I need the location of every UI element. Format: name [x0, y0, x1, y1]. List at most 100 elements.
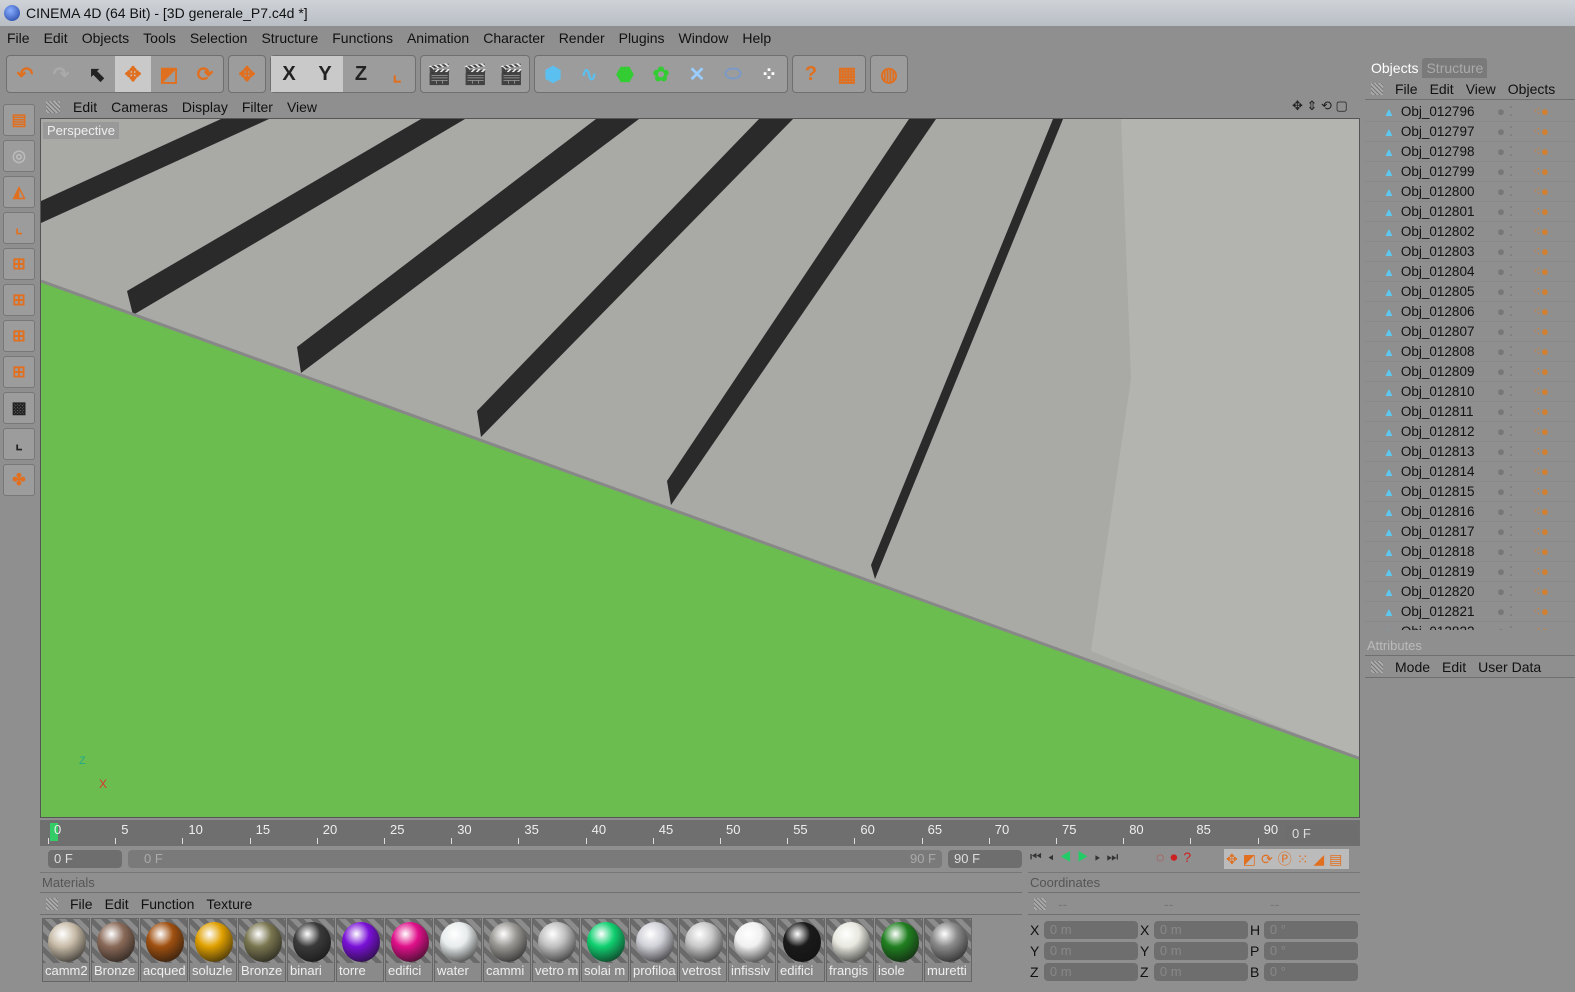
tab-structure[interactable]: Structure	[1422, 58, 1488, 78]
object-row[interactable]: ▲ Obj_012803 ● ⁚ ⁖●	[1365, 242, 1575, 262]
object-row[interactable]: ▲ Obj_012796 ● ⁚ ⁖●	[1365, 102, 1575, 122]
object-row[interactable]: ▲ Obj_012809 ● ⁚ ⁖●	[1365, 362, 1575, 382]
grip-handle[interactable]	[1371, 82, 1383, 95]
viewport-nav-icons[interactable]: ✥ ⇕ ⟲ ▢	[1292, 98, 1348, 114]
move-icon[interactable]: ✥	[115, 56, 151, 92]
visibility-toggle-icon[interactable]: ● ⁚	[1497, 104, 1533, 120]
object-row[interactable]: ▲ Obj_012818 ● ⁚ ⁖●	[1365, 542, 1575, 562]
material-swatch[interactable]: solai m	[581, 918, 629, 982]
material-swatch[interactable]: Bronze	[91, 918, 139, 982]
visibility-toggle-icon[interactable]: ● ⁚	[1497, 164, 1533, 180]
materials-menu-texture[interactable]: Texture	[200, 896, 258, 912]
render-view-icon[interactable]: 🎬	[421, 56, 457, 92]
object-row[interactable]: ▲ Obj_012800 ● ⁚ ⁖●	[1365, 182, 1575, 202]
visibility-toggle-icon[interactable]: ● ⁚	[1497, 404, 1533, 420]
menu-tools[interactable]: Tools	[136, 30, 183, 46]
object-row[interactable]: ▲ Obj_012820 ● ⁚ ⁖●	[1365, 582, 1575, 602]
object-row[interactable]: ▲ Obj_012808 ● ⁚ ⁖●	[1365, 342, 1575, 362]
points-mode-icon[interactable]: ⊞	[3, 248, 35, 280]
coordinate-system-icon[interactable]: ⌞	[379, 56, 415, 92]
visibility-toggle-icon[interactable]: ● ⁚	[1497, 504, 1533, 520]
visibility-toggle-icon[interactable]: ● ⁚	[1497, 244, 1533, 260]
polygons-mode-icon[interactable]: ⊞	[3, 320, 35, 352]
render-settings-icon[interactable]: 🎬	[493, 56, 529, 92]
layout-icon[interactable]: ▤	[3, 104, 35, 136]
snap-icon[interactable]: ✤	[3, 464, 35, 496]
deformer-icon[interactable]: ✕	[679, 56, 715, 92]
objects-menu-file[interactable]: File	[1389, 81, 1424, 97]
coord-field[interactable]: 0 m	[1153, 920, 1248, 939]
object-row[interactable]: ▲ Obj_012819 ● ⁚ ⁖●	[1365, 562, 1575, 582]
live-selection-icon[interactable]: ✥	[229, 56, 265, 92]
objects-menu-objects[interactable]: Objects	[1502, 81, 1561, 97]
y-axis-lock-button[interactable]: Y	[307, 56, 343, 92]
end-frame-field[interactable]: 90 F	[948, 850, 1022, 868]
menu-render[interactable]: Render	[552, 30, 612, 46]
material-swatch[interactable]: soluzle	[189, 918, 237, 982]
material-swatch[interactable]: camm2	[42, 918, 90, 982]
uv-mode-icon[interactable]: ⊞	[3, 356, 35, 388]
visibility-toggle-icon[interactable]: ● ⁚	[1497, 204, 1533, 220]
workplane-icon[interactable]: ⌞	[3, 428, 35, 460]
material-swatch[interactable]: isole	[875, 918, 923, 982]
x-axis-lock-button[interactable]: X	[271, 56, 307, 92]
tab-objects[interactable]: Objects	[1367, 58, 1423, 78]
material-swatch[interactable]: acqued	[140, 918, 188, 982]
range-slider[interactable]: 0 F 90 F	[128, 850, 942, 868]
visibility-toggle-icon[interactable]: ● ⁚	[1497, 304, 1533, 320]
material-swatch[interactable]: water	[434, 918, 482, 982]
menu-selection[interactable]: Selection	[183, 30, 255, 46]
current-frame-field[interactable]: 0 F	[1286, 825, 1358, 843]
object-mode-icon[interactable]: ⌞	[3, 212, 35, 244]
object-row[interactable]: ▲ Obj_012798 ● ⁚ ⁖●	[1365, 142, 1575, 162]
visibility-toggle-icon[interactable]: ● ⁚	[1497, 604, 1533, 620]
viewport-menu-edit[interactable]: Edit	[66, 99, 104, 115]
material-swatch[interactable]: infissiv	[728, 918, 776, 982]
visibility-toggle-icon[interactable]: ● ⁚	[1497, 124, 1533, 140]
grip-handle[interactable]	[1034, 897, 1046, 910]
particles-icon[interactable]: ⁘	[751, 56, 787, 92]
viewport-menu-filter[interactable]: Filter	[235, 99, 280, 115]
object-row[interactable]: ▲ Obj_012812 ● ⁚ ⁖●	[1365, 422, 1575, 442]
visibility-toggle-icon[interactable]: ● ⁚	[1497, 544, 1533, 560]
menu-edit[interactable]: Edit	[37, 30, 75, 46]
object-row[interactable]: ▲ Obj_012807 ● ⁚ ⁖●	[1365, 322, 1575, 342]
grip-handle[interactable]	[1371, 660, 1383, 673]
visibility-toggle-icon[interactable]: ● ⁚	[1497, 624, 1533, 631]
array-icon[interactable]: ✿	[643, 56, 679, 92]
material-swatch[interactable]: edifici	[385, 918, 433, 982]
menu-window[interactable]: Window	[672, 30, 736, 46]
menu-character[interactable]: Character	[476, 30, 551, 46]
materials-menu-file[interactable]: File	[64, 896, 99, 912]
spline-icon[interactable]: ∿	[571, 56, 607, 92]
viewport-menu-view[interactable]: View	[280, 99, 324, 115]
coord-field[interactable]: 0 m	[1043, 920, 1138, 939]
key-filter-icons[interactable]: ✥◩⟳Ⓟ⁙◢▤	[1224, 849, 1350, 869]
visibility-toggle-icon[interactable]: ● ⁚	[1497, 464, 1533, 480]
visibility-toggle-icon[interactable]: ● ⁚	[1497, 364, 1533, 380]
environment-icon[interactable]: ⬭	[715, 56, 751, 92]
materials-menu-function[interactable]: Function	[135, 896, 201, 912]
menu-functions[interactable]: Functions	[325, 30, 400, 46]
visibility-toggle-icon[interactable]: ● ⁚	[1497, 184, 1533, 200]
object-row[interactable]: ▲ Obj_012799 ● ⁚ ⁖●	[1365, 162, 1575, 182]
visibility-toggle-icon[interactable]: ● ⁚	[1497, 344, 1533, 360]
object-row[interactable]: ▲ Obj_012805 ● ⁚ ⁖●	[1365, 282, 1575, 302]
timeline-ruler[interactable]: 0 5 10 15 20 25 30 35 40 45 50 55 60 65 70 75 80 85 90	[40, 820, 1360, 846]
coord-field[interactable]: 0 °	[1263, 941, 1358, 960]
menu-objects[interactable]: Objects	[75, 30, 136, 46]
coord-field[interactable]: 0 m	[1043, 941, 1138, 960]
grip-handle[interactable]	[46, 101, 60, 113]
visibility-toggle-icon[interactable]: ● ⁚	[1497, 224, 1533, 240]
viewport-menu-display[interactable]: Display	[175, 99, 235, 115]
coord-field[interactable]: 0 m	[1043, 962, 1138, 981]
visibility-toggle-icon[interactable]: ● ⁚	[1497, 584, 1533, 600]
object-row[interactable]: ▲ Obj_012822● ⁚⁖●	[1365, 622, 1575, 631]
menu-file[interactable]: File	[0, 30, 37, 46]
material-swatch[interactable]: Bronze	[238, 918, 286, 982]
object-row[interactable]: ▲ Obj_012810 ● ⁚ ⁖●	[1365, 382, 1575, 402]
coord-field[interactable]: 0 °	[1263, 962, 1358, 981]
visibility-toggle-icon[interactable]: ● ⁚	[1497, 264, 1533, 280]
render-picture-viewer-icon[interactable]: 🎬	[457, 56, 493, 92]
object-row[interactable]: ▲ Obj_012816 ● ⁚ ⁖●	[1365, 502, 1575, 522]
